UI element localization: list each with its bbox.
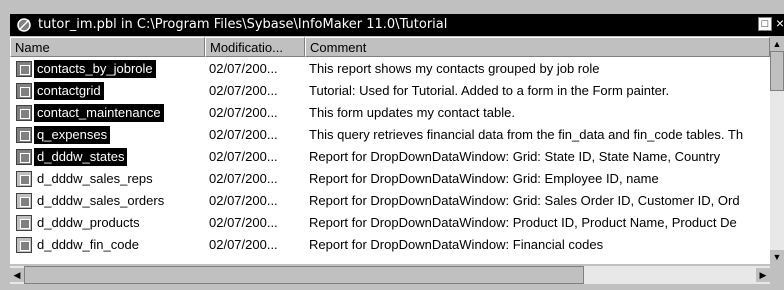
table-row[interactable]: d_dddw_products 02/07/200... Report for Dr… — [10, 212, 770, 234]
scroll-right-arrow-icon[interactable]: ▶ — [756, 268, 770, 282]
comment-text: This query retrieves financial data from… — [309, 127, 744, 142]
name-cell[interactable]: q_expenses — [10, 124, 205, 146]
report-icon — [16, 83, 32, 99]
table-row[interactable]: contacts_by_jobrole 02/07/200... This repo… — [10, 58, 770, 80]
name-cell[interactable]: contacts_by_jobrole — [10, 58, 205, 80]
scroll-up-arrow-icon[interactable]: ▲ — [770, 37, 784, 51]
comment-text: Report for DropDownDataWindow: Grid: Sal… — [309, 193, 740, 208]
modified-date: 02/07/200... — [209, 61, 278, 76]
object-name[interactable]: q_expenses — [34, 126, 111, 144]
comment-text: Report for DropDownDataWindow: Grid: Emp… — [309, 171, 659, 186]
name-cell[interactable]: contact_maintenance — [10, 102, 205, 124]
object-name[interactable]: contacts_by_jobrole — [34, 60, 156, 78]
table-row[interactable]: contact_maintenance 02/07/200... This form… — [10, 102, 770, 124]
horizontal-scrollbar[interactable]: ◀ ▶ — [10, 266, 770, 284]
report-icon — [16, 237, 32, 253]
library-icon — [16, 17, 32, 33]
object-name[interactable]: d_dddw_sales_reps — [34, 170, 156, 188]
name-cell[interactable]: d_dddw_fin_code — [10, 234, 205, 256]
table-row[interactable]: q_expenses 02/07/200... This query retriev… — [10, 124, 770, 146]
table-row[interactable]: d_dddw_sales_reps 02/07/200... Report for … — [10, 168, 770, 190]
comment-text: Report for DropDownDataWindow: Product I… — [309, 215, 737, 230]
close-button[interactable]: × — [774, 16, 784, 31]
report-icon — [16, 149, 32, 165]
scrollbar-corner — [770, 266, 784, 284]
table-row[interactable]: contactgrid 02/07/200... Tutorial: Used fo… — [10, 80, 770, 102]
name-cell[interactable]: d_dddw_states — [10, 146, 205, 168]
comment-text: This form updates my contact table. — [309, 105, 515, 120]
comment-text: Tutorial: Used for Tutorial. Added to a … — [309, 83, 670, 98]
library-window: tutor_im.pbl in C:\Program Files\Sybase\… — [0, 0, 784, 290]
scroll-left-arrow-icon[interactable]: ◀ — [10, 268, 24, 282]
report-icon — [16, 171, 32, 187]
modified-date: 02/07/200... — [209, 105, 278, 120]
column-header-modified[interactable]: Modificatio... — [205, 37, 305, 57]
window-title: tutor_im.pbl in C:\Program Files\Sybase\… — [38, 17, 448, 32]
name-cell[interactable]: contactgrid — [10, 80, 205, 102]
modified-date: 02/07/200... — [209, 193, 278, 208]
report-icon — [16, 105, 32, 121]
report-icon — [16, 193, 32, 209]
vertical-scrollbar[interactable]: ▲ ▼ — [770, 37, 784, 264]
column-header-comment[interactable]: Comment — [305, 37, 770, 57]
report-icon — [16, 127, 32, 143]
object-name[interactable]: d_dddw_sales_orders — [34, 192, 167, 210]
modified-date: 02/07/200... — [209, 215, 278, 230]
report-icon — [16, 61, 32, 77]
modified-date: 02/07/200... — [209, 83, 278, 98]
vertical-scroll-thumb[interactable] — [770, 51, 784, 91]
object-name[interactable]: contactgrid — [34, 82, 104, 100]
library-list: Name Modificatio... Comment contacts_by_… — [10, 37, 770, 264]
scroll-down-arrow-icon[interactable]: ▼ — [770, 250, 784, 264]
object-name[interactable]: d_dddw_fin_code — [34, 236, 142, 254]
maximize-button[interactable]: □ — [758, 17, 772, 31]
modified-date: 02/07/200... — [209, 237, 278, 252]
modified-date: 02/07/200... — [209, 127, 278, 142]
comment-text: Report for DropDownDataWindow: Grid: Sta… — [309, 149, 721, 164]
modified-date: 02/07/200... — [209, 171, 278, 186]
modified-date: 02/07/200... — [209, 149, 278, 164]
name-cell[interactable]: d_dddw_sales_reps — [10, 168, 205, 190]
object-name[interactable]: contact_maintenance — [34, 104, 164, 122]
comment-text: Report for DropDownDataWindow: Financial… — [309, 237, 604, 252]
column-header-name[interactable]: Name — [10, 37, 205, 57]
column-header: Name Modificatio... Comment — [10, 37, 770, 57]
object-name[interactable]: d_dddw_products — [34, 214, 143, 232]
table-row[interactable]: d_dddw_sales_orders 02/07/200... Report fo… — [10, 190, 770, 212]
table-row[interactable]: d_dddw_fin_code 02/07/200... Report for Dr… — [10, 234, 770, 256]
title-bar[interactable]: tutor_im.pbl in C:\Program Files\Sybase\… — [10, 14, 784, 36]
table-row[interactable]: d_dddw_states 02/07/200... Report for Drop… — [10, 146, 770, 168]
object-name[interactable]: d_dddw_states — [32, 147, 129, 167]
comment-text: This report shows my contacts grouped by… — [309, 61, 600, 76]
name-cell[interactable]: d_dddw_products — [10, 212, 205, 234]
report-icon — [16, 215, 32, 231]
horizontal-scroll-thumb[interactable] — [24, 266, 584, 284]
name-cell[interactable]: d_dddw_sales_orders — [10, 190, 205, 212]
